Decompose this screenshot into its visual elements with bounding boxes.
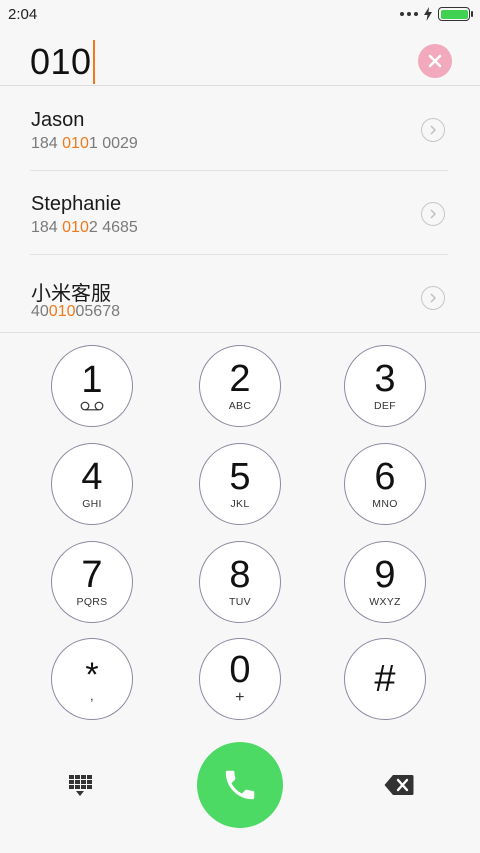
match-highlight: 010 — [62, 135, 89, 152]
match-highlight: 010 — [62, 219, 89, 236]
contact-number: 184 0102 4685 — [31, 219, 138, 236]
key-8[interactable]: 8 TUV — [199, 541, 281, 623]
contact-detail-button[interactable] — [421, 202, 445, 226]
contact-number: 184 0101 0029 — [31, 135, 138, 152]
dial-number-field[interactable]: 010 — [30, 40, 95, 84]
dial-number-value: 010 — [30, 41, 92, 82]
status-time: 2:04 — [8, 5, 38, 23]
contact-item[interactable]: Jason 184 0101 0029 — [0, 87, 480, 171]
dial-keypad: 1 2 ABC 3 DEF 4 GHI 5 JKL 6 MNO 7 PQRS 8… — [0, 333, 480, 733]
key-7[interactable]: 7 PQRS — [51, 541, 133, 623]
dialpad-grid-icon — [69, 775, 92, 796]
dialer-bottom-bar — [0, 735, 480, 853]
key-5[interactable]: 5 JKL — [199, 443, 281, 525]
contact-name: Jason — [31, 109, 85, 131]
more-dots-icon — [400, 12, 418, 16]
contact-item[interactable]: 小米客服 4001005678 — [0, 255, 480, 339]
dial-input-area[interactable]: 010 — [0, 28, 480, 86]
dialpad-toggle-button[interactable] — [67, 773, 93, 797]
text-cursor — [92, 40, 95, 84]
chevron-right-icon — [430, 293, 436, 303]
phone-icon — [225, 770, 255, 800]
contact-item[interactable]: Stephanie 184 0102 4685 — [0, 171, 480, 255]
close-icon — [428, 54, 442, 68]
clear-input-button[interactable] — [418, 44, 452, 78]
contact-name: 小米客服 — [31, 283, 111, 305]
chevron-right-icon — [430, 125, 436, 135]
contact-detail-button[interactable] — [421, 286, 445, 310]
status-icons — [400, 7, 473, 21]
key-0[interactable]: 0 + — [199, 638, 281, 720]
call-button[interactable] — [197, 742, 283, 828]
key-3[interactable]: 3 DEF — [344, 345, 426, 427]
key-6[interactable]: 6 MNO — [344, 443, 426, 525]
key-4[interactable]: 4 GHI — [51, 443, 133, 525]
voicemail-icon — [80, 401, 104, 411]
charging-bolt-icon — [424, 7, 432, 21]
key-2[interactable]: 2 ABC — [199, 345, 281, 427]
contact-number: 4001005678 — [31, 303, 120, 320]
backspace-button[interactable] — [384, 774, 414, 796]
key-star[interactable]: * , — [51, 638, 133, 720]
status-bar: 2:04 — [0, 0, 480, 28]
contact-detail-button[interactable] — [421, 118, 445, 142]
key-hash[interactable]: # — [344, 638, 426, 720]
key-9[interactable]: 9 WXYZ — [344, 541, 426, 623]
key-1[interactable]: 1 — [51, 345, 133, 427]
match-highlight: 010 — [48, 303, 76, 320]
battery-icon — [438, 7, 473, 21]
contact-name: Stephanie — [31, 193, 122, 215]
matching-contacts-list: Jason 184 0101 0029 Stephanie 184 0102 4… — [0, 87, 480, 333]
backspace-icon — [384, 775, 414, 795]
chevron-right-icon — [430, 209, 436, 219]
